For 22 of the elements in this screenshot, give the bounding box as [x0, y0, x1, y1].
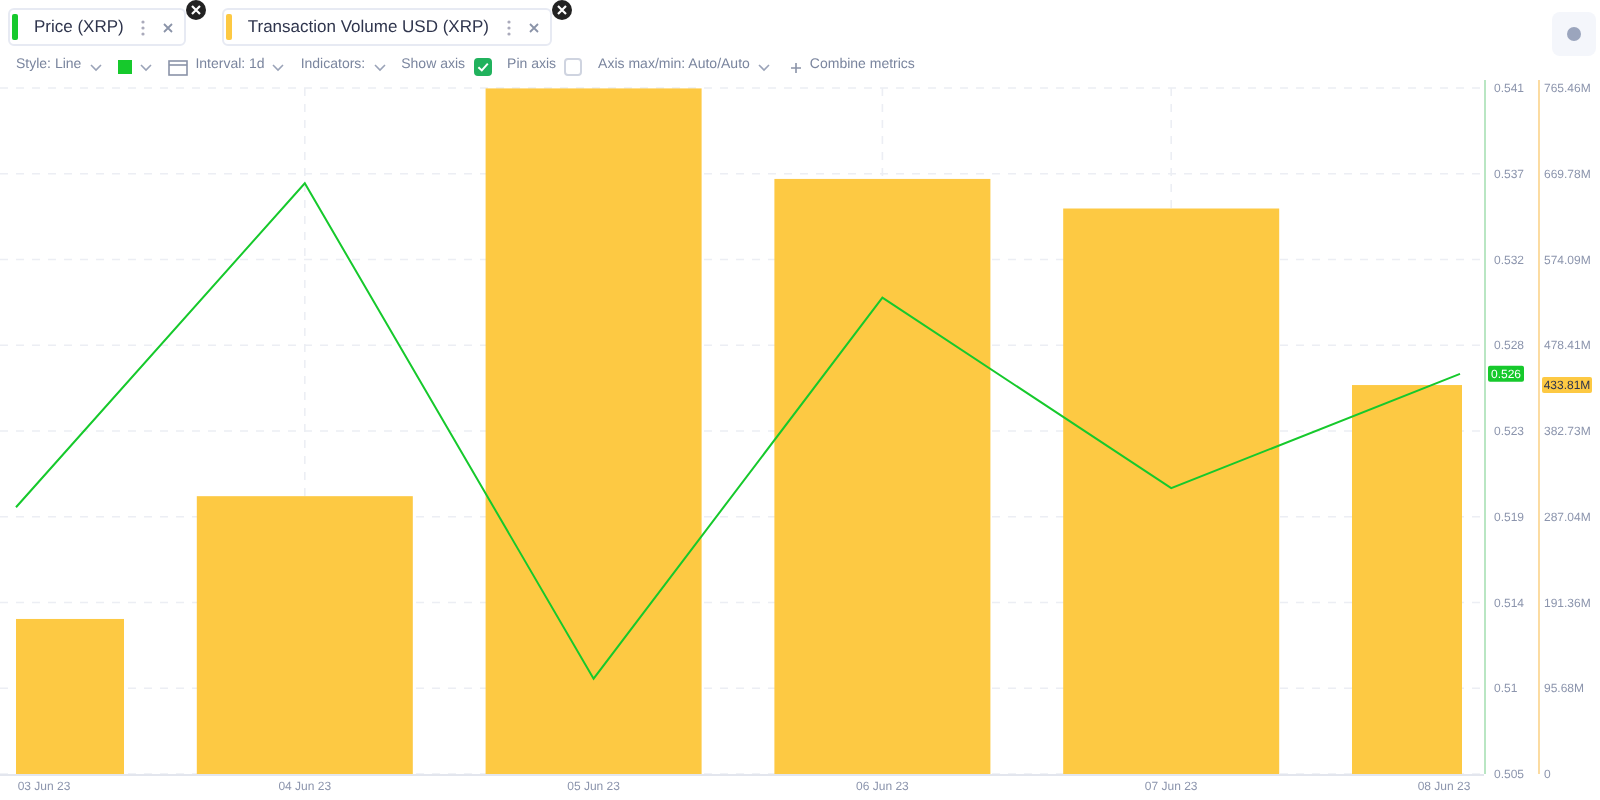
metric-tab[interactable]: Price (XRP) — [8, 8, 186, 46]
close-icon[interactable] — [527, 21, 539, 33]
close-icon[interactable] — [161, 21, 174, 33]
metric-tab[interactable]: Transaction Volume USD (XRP) — [221, 8, 551, 46]
theme-button[interactable] — [1552, 12, 1596, 56]
metric-label: Price (XRP) — [34, 14, 124, 40]
calendar-icon — [167, 59, 188, 75]
remove-icon[interactable] — [551, 0, 571, 20]
caret-icon — [373, 63, 386, 71]
dot-icon — [1566, 26, 1582, 42]
caret-icon — [89, 63, 102, 71]
metric-label: Transaction Volume USD (XRP) — [247, 14, 489, 40]
checkbox[interactable] — [473, 58, 492, 76]
color-swatch[interactable] — [117, 60, 132, 74]
plus-icon — [789, 61, 802, 73]
checkbox[interactable] — [564, 58, 583, 76]
kebab-icon[interactable] — [139, 19, 146, 35]
caret-icon — [272, 63, 285, 71]
kebab-icon[interactable] — [505, 19, 511, 35]
caret-icon — [139, 63, 152, 71]
remove-icon[interactable] — [185, 0, 206, 20]
caret-icon — [757, 63, 770, 71]
